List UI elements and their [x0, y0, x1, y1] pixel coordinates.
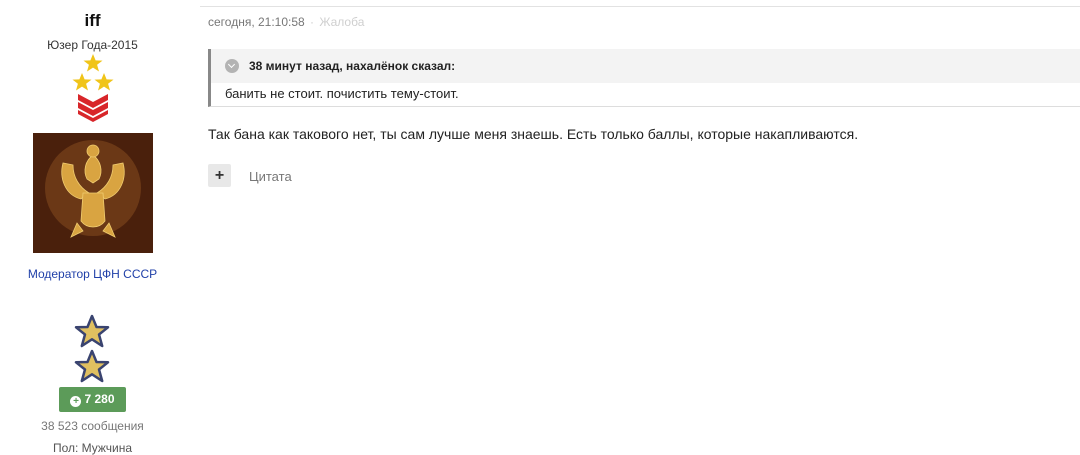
report-link[interactable]: Жалоба: [319, 15, 364, 29]
author-gender: Пол: Мужчина: [52, 441, 133, 455]
quote-button[interactable]: Цитата: [249, 169, 292, 184]
rank-star-top-icon: [83, 54, 103, 72]
meta-separator: ·: [310, 15, 315, 29]
reputation-value: 7 280: [84, 392, 115, 406]
author-title: Юзер Года-2015: [47, 38, 138, 52]
quote-text: банить не стоит. почистить тему-стоит.: [225, 86, 459, 101]
chevron-down-icon[interactable]: [225, 59, 239, 73]
quote-citation[interactable]: 38 минут назад, нахалёнок сказал:: [249, 59, 455, 73]
multiquote-button[interactable]: +: [208, 164, 231, 187]
post-body: Так бана как такового нет, ты сам лучше …: [208, 126, 859, 142]
quote-block: 38 минут назад, нахалёнок сказал: банить…: [208, 49, 1080, 107]
author-sidebar: iff Юзер Года-2015 Модератор ЦФН СССР + …: [0, 0, 185, 455]
plus-circle-icon: +: [70, 396, 82, 407]
quote-header: 38 минут назад, нахалёнок сказал:: [211, 49, 1080, 83]
author-group: Модератор ЦФН СССР: [27, 267, 158, 281]
rank-star-right-icon: [94, 73, 114, 91]
rank-star-left-icon: [72, 73, 92, 91]
award-stars-icon: [74, 314, 110, 383]
author-avatar[interactable]: [33, 133, 153, 253]
top-border: [200, 6, 1080, 7]
reputation-badge[interactable]: +7 280: [59, 387, 126, 412]
post-meta: сегодня, 21:10:58 · Жалоба: [208, 15, 364, 29]
rank-insignia-icon: [72, 54, 114, 122]
post-timestamp[interactable]: сегодня, 21:10:58: [208, 15, 305, 29]
author-username[interactable]: iff: [0, 11, 185, 31]
author-post-count: 38 523 сообщения: [41, 419, 144, 433]
